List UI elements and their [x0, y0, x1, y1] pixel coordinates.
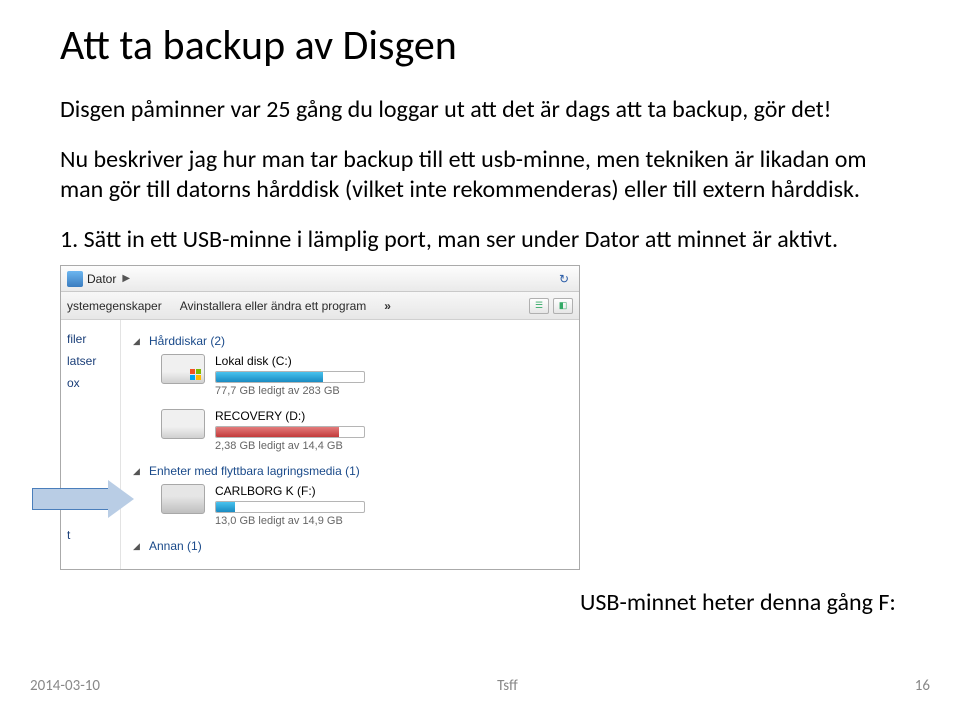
- intro-paragraph-1: Disgen påminner var 25 gång du loggar ut…: [60, 95, 900, 125]
- pointer-arrow-icon: [32, 480, 142, 518]
- group-removable[interactable]: ◢ Enheter med flyttbara lagringsmedia (1…: [133, 464, 569, 478]
- intro-paragraph-2: Nu beskriver jag hur man tar backup till…: [60, 145, 900, 205]
- drive-name: RECOVERY (D:): [215, 409, 365, 423]
- drive-pane: ◢ Hårddiskar (2) Lokal disk (C:) 77,7 GB…: [121, 320, 579, 569]
- explorer-screenshot: Dator ▶ ↻ ystemegenskaper Avinstallera e…: [60, 265, 620, 570]
- group-other[interactable]: ◢ Annan (1): [133, 539, 569, 553]
- footer-center: Tsff: [497, 677, 518, 695]
- breadcrumb-text[interactable]: Dator: [87, 272, 116, 286]
- footer-date: 2014-03-10: [30, 677, 100, 695]
- drive-name: CARLBORG K (F:): [215, 484, 365, 498]
- toolbar-uninstall-program[interactable]: Avinstallera eller ändra ett program: [180, 299, 367, 313]
- toolbar: ystemegenskaper Avinstallera eller ändra…: [61, 292, 579, 320]
- sidebar-item[interactable]: latser: [65, 350, 116, 372]
- sidebar-item[interactable]: filer: [65, 328, 116, 350]
- view-pane-icon[interactable]: ◧: [553, 298, 573, 314]
- view-icons-group: ☰ ◧: [529, 298, 573, 314]
- drive-icon: [161, 354, 205, 384]
- drive-d[interactable]: RECOVERY (D:) 2,38 GB ledigt av 14,4 GB: [161, 409, 569, 452]
- footer-page: 16: [915, 677, 930, 695]
- drive-info: 13,0 GB ledigt av 14,9 GB: [215, 515, 365, 527]
- toolbar-overflow-icon[interactable]: »: [384, 299, 391, 313]
- step-1: 1. Sätt in ett USB-minne i lämplig port,…: [60, 225, 900, 255]
- collapse-icon[interactable]: ◢: [133, 336, 143, 347]
- sidebar-item[interactable]: t: [65, 524, 116, 546]
- drive-info: 2,38 GB ledigt av 14,4 GB: [215, 440, 365, 452]
- breadcrumb-arrow-icon[interactable]: ▶: [120, 273, 132, 284]
- collapse-icon[interactable]: ◢: [133, 541, 143, 552]
- breadcrumb-bar: Dator ▶ ↻: [61, 266, 579, 292]
- usb-caption: USB-minnet heter denna gång F:: [580, 588, 896, 617]
- drive-info: 77,7 GB ledigt av 283 GB: [215, 385, 365, 397]
- capacity-bar: [215, 426, 365, 438]
- view-list-icon[interactable]: ☰: [529, 298, 549, 314]
- computer-icon: [67, 271, 83, 287]
- page-title: Att ta backup av Disgen: [60, 20, 900, 71]
- drive-f[interactable]: CARLBORG K (F:) 13,0 GB ledigt av 14,9 G…: [161, 484, 569, 527]
- collapse-icon[interactable]: ◢: [133, 466, 143, 477]
- group-hard-disks[interactable]: ◢ Hårddiskar (2): [133, 334, 569, 348]
- drive-icon: [161, 409, 205, 439]
- drive-c[interactable]: Lokal disk (C:) 77,7 GB ledigt av 283 GB: [161, 354, 569, 397]
- capacity-bar: [215, 371, 365, 383]
- slide-footer: 2014-03-10 Tsff 16: [0, 677, 960, 695]
- refresh-icon[interactable]: ↻: [555, 270, 573, 288]
- capacity-bar: [215, 501, 365, 513]
- usb-drive-icon: [161, 484, 205, 514]
- sidebar: filer latser ox t: [61, 320, 121, 569]
- sidebar-item[interactable]: ox: [65, 372, 116, 394]
- toolbar-system-properties[interactable]: ystemegenskaper: [67, 299, 162, 313]
- drive-name: Lokal disk (C:): [215, 354, 365, 368]
